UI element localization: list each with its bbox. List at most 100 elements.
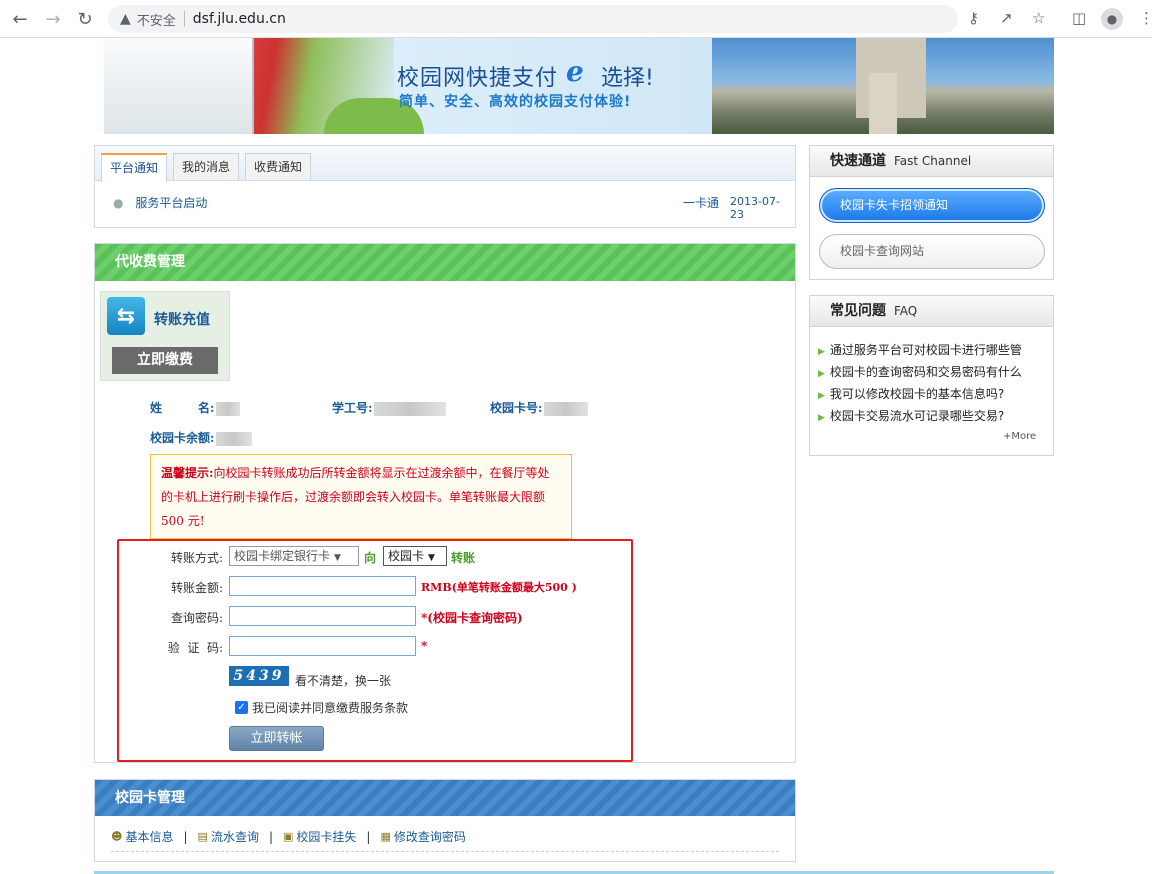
change-password-link[interactable]: ▦ 修改查询密码	[380, 828, 465, 845]
transaction-query-link[interactable]: ▤ 流水查询	[198, 828, 259, 845]
tab-my-messages[interactable]: 我的消息	[173, 153, 240, 180]
banner-title-suffix: 选择!	[601, 66, 654, 91]
payment-panel: 代收费管理 ⇆ 转账充值 立即缴费 姓 名: 学工号: 校园卡号: 校园卡余额:…	[94, 243, 796, 763]
tip-label: 温馨提示:	[161, 466, 214, 480]
separator: |	[268, 829, 273, 844]
card-management-links: ☻ 基本信息 | ▤ 流水查询 | ▣ 校园卡挂失 | ▦ 修改查询密码	[111, 828, 466, 845]
agree-row: ✓ 我已阅读并同意缴费服务条款	[119, 698, 631, 720]
transfer-to-value: 校园卡	[388, 549, 425, 563]
password-label: 查询密码:	[170, 611, 223, 625]
fast-channel-header: 快速通道 Fast Channel	[810, 146, 1053, 177]
transfer-arrows-icon: ⇆	[107, 297, 145, 335]
password-note: *(校园卡查询密码)	[421, 611, 523, 625]
report-loss-text: 校园卡挂失	[296, 830, 357, 844]
separator: |	[366, 829, 371, 844]
notice-tabs: 平台通知 我的消息 收费通知	[95, 146, 795, 182]
user-icon: ☻	[111, 830, 123, 843]
arrow-right-icon: ▶	[818, 413, 825, 423]
captcha-refresh-link[interactable]: 看不清楚，换一张	[295, 672, 391, 689]
dashed-divider	[111, 851, 779, 852]
payment-panel-header: 代收费管理	[95, 244, 795, 281]
faq-item-text: 我可以修改校园卡的基本信息吗?	[829, 387, 1005, 401]
transfer-card: ⇆ 转账充值 立即缴费	[100, 291, 230, 381]
notice-item-title[interactable]: 服务平台启动	[135, 196, 207, 210]
captcha-image-row: 5439 看不清楚，换一张	[119, 666, 631, 688]
browser-toolbar: ← → ↻ ▲ 不安全 dsf.jlu.edu.cn ⚷ ↗ ☆ ◫ ● ⋮	[0, 0, 1152, 38]
pay-now-button[interactable]: 立即缴费	[112, 347, 218, 374]
name-label-text: 姓 名:	[150, 401, 215, 415]
student-id-label-text: 学工号:	[332, 401, 373, 415]
notice-item: ● 服务平台启动 一卡通 2013-07-23	[113, 194, 791, 221]
fast-channel-panel: 快速通道 Fast Channel 校园卡失卡招领通知 校园卡查询网站	[809, 145, 1054, 280]
name-label: 姓 名:	[150, 399, 241, 416]
card-query-site-button[interactable]: 校园卡查询网站	[819, 234, 1045, 269]
basic-info-link[interactable]: ☻ 基本信息	[111, 828, 173, 845]
url-text: dsf.jlu.edu.cn	[192, 11, 286, 27]
banner-subtitle: 简单、安全、高效的校园支付体验!	[399, 94, 632, 110]
security-label: 不安全	[136, 13, 176, 29]
card-number-label-text: 校园卡号:	[490, 401, 543, 415]
back-arrow-icon[interactable]: ←	[9, 8, 31, 30]
balance-label-text: 校园卡余额:	[150, 431, 215, 445]
reload-icon[interactable]: ↻	[74, 8, 96, 30]
password-input[interactable]	[229, 606, 416, 626]
report-loss-link[interactable]: ▣ 校园卡挂失	[283, 828, 356, 845]
transfer-from-select[interactable]: 校园卡绑定银行卡 ▼	[229, 546, 359, 566]
amount-input[interactable]	[229, 576, 416, 596]
faq-item[interactable]: ▶ 校园卡的查询密码和交易密码有什么	[818, 363, 1022, 380]
profile-avatar-icon[interactable]: ●	[1101, 8, 1123, 30]
faq-header: 常见问题 FAQ	[810, 296, 1053, 327]
transfer-card-title: 转账充值	[154, 312, 210, 328]
transfer-to-select[interactable]: 校园卡 ▼	[383, 546, 447, 566]
address-bar[interactable]: ▲ 不安全 dsf.jlu.edu.cn	[108, 5, 958, 33]
transfer-form: 转账方式: 校园卡绑定银行卡 ▼ 向 校园卡 ▼ 转账 转账金额: RMB(单笔转账…	[117, 539, 633, 762]
redacted-card-number	[544, 401, 589, 416]
redacted-balance	[216, 431, 253, 446]
captcha-image[interactable]: 5439	[229, 666, 289, 686]
banner-statue	[869, 73, 897, 134]
transfer-from-value: 校园卡绑定银行卡	[234, 549, 331, 563]
warning-icon: ▲	[120, 11, 131, 27]
faq-item-text: 校园卡的查询密码和交易密码有什么	[829, 365, 1022, 379]
card-icon: ▣	[283, 830, 294, 843]
faq-item[interactable]: ▶ 我可以修改校园卡的基本信息吗?	[818, 385, 1004, 402]
agree-text: 我已阅读并同意缴费服务条款	[252, 701, 409, 715]
captcha-row: 验 证 码: *	[119, 636, 631, 658]
card-management-panel: 校园卡管理 ☻ 基本信息 | ▤ 流水查询 | ▣ 校园卡挂失 | ▦ 修改查询密码	[94, 779, 796, 862]
faq-more-link[interactable]: +More	[1003, 431, 1036, 442]
star-icon[interactable]: ☆	[1032, 9, 1045, 27]
redacted-student-id	[374, 401, 447, 416]
card-management-header: 校园卡管理	[95, 780, 795, 816]
transfer-suffix: 转账	[451, 551, 476, 565]
banner-laptop	[104, 38, 254, 134]
agree-checkbox[interactable]: ✓	[235, 701, 248, 714]
captcha-input[interactable]	[229, 636, 416, 656]
faq-more-text: More	[1011, 431, 1037, 442]
transfer-to-word: 向	[364, 551, 377, 565]
faq-item[interactable]: ▶ 校园卡交易流水可记录哪些交易?	[818, 407, 1004, 424]
faq-item-text: 通过服务平台可对校园卡进行哪些管	[829, 343, 1022, 357]
amount-note: RMB(单笔转账金额最大500 )	[421, 581, 577, 594]
side-panel-icon[interactable]: ◫	[1072, 9, 1086, 27]
faq-item-text: 校园卡交易流水可记录哪些交易?	[829, 409, 1005, 423]
lost-card-notice-button[interactable]: 校园卡失卡招领通知	[819, 188, 1045, 223]
balance-label: 校园卡余额:	[150, 429, 253, 446]
tab-fee-notice[interactable]: 收费通知	[245, 153, 312, 180]
submit-transfer-button[interactable]: 立即转帐	[229, 726, 324, 751]
tab-platform-notice[interactable]: 平台通知	[101, 153, 168, 182]
redacted-name	[216, 401, 241, 416]
menu-dots-icon[interactable]: ⋮	[1139, 9, 1152, 27]
share-icon[interactable]: ↗	[1000, 9, 1013, 27]
transfer-method-label: 转账方式:	[170, 551, 223, 565]
basic-info-text: 基本信息	[125, 830, 174, 844]
arrow-right-icon: ▶	[818, 369, 825, 379]
notice-panel: 平台通知 我的消息 收费通知 ● 服务平台启动 一卡通 2013-07-23	[94, 145, 796, 228]
notice-item-category[interactable]: 一卡通	[683, 194, 719, 211]
student-id-label: 学工号:	[332, 399, 447, 416]
forward-arrow-icon[interactable]: →	[42, 8, 64, 30]
faq-subtitle: FAQ	[894, 304, 918, 318]
faq-title: 常见问题	[830, 303, 886, 319]
faq-item[interactable]: ▶ 通过服务平台可对校园卡进行哪些管	[818, 341, 1022, 358]
key-icon[interactable]: ⚷	[968, 9, 979, 27]
password-row: 查询密码: *(校园卡查询密码)	[119, 606, 631, 628]
